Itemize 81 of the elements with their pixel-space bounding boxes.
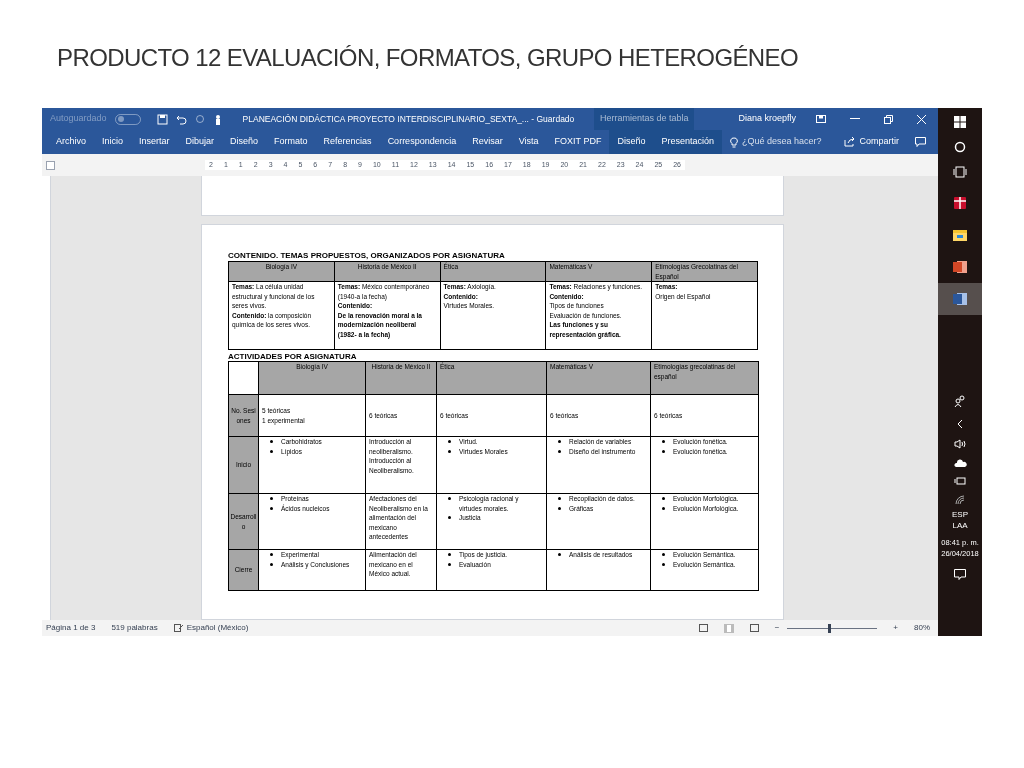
folder-icon[interactable] xyxy=(953,229,967,241)
gift-icon[interactable] xyxy=(953,196,967,210)
bullet-icon xyxy=(448,449,451,453)
keyboard-layout[interactable]: LAA xyxy=(952,520,968,531)
share-icon[interactable] xyxy=(844,137,856,147)
comment-icon[interactable] xyxy=(915,137,926,147)
tell-me-field[interactable]: ¿Qué desea hacer? xyxy=(741,135,832,149)
bullet-icon xyxy=(270,506,273,510)
presentation-app-icon[interactable] xyxy=(953,260,967,274)
ribbon-tab[interactable]: Referencias xyxy=(315,130,380,154)
ribbon-tab[interactable]: Inicio xyxy=(94,130,132,154)
bullet-icon xyxy=(448,553,451,556)
ribbon-tab[interactable]: Dibujar xyxy=(177,130,223,154)
speaker-icon[interactable] xyxy=(953,439,967,449)
lightbulb-icon xyxy=(729,136,738,148)
bullet-icon xyxy=(448,516,451,519)
ribbon-tab[interactable]: Correspondencia xyxy=(379,130,465,154)
bullet-icon xyxy=(662,506,665,510)
cloud-icon[interactable] xyxy=(953,459,967,467)
bullet-icon xyxy=(662,562,665,566)
bullet-icon xyxy=(270,553,273,556)
ribbon-tab[interactable]: Vista xyxy=(510,130,547,154)
ribbon-tab[interactable]: Archivo xyxy=(48,130,94,154)
zoom-out-button[interactable]: − xyxy=(774,622,780,634)
undo-icon[interactable] xyxy=(175,113,187,125)
bullet-icon xyxy=(558,497,561,500)
battery-icon[interactable] xyxy=(954,477,966,485)
ribbon-tab[interactable]: Presentación xyxy=(653,130,722,154)
redo-icon[interactable] xyxy=(194,114,205,124)
proofing-icon[interactable] xyxy=(173,624,183,632)
section-heading: CONTENIDO. TEMAS PROPUESTOS, ORGANIZADOS POR ASIGNATURA xyxy=(228,251,506,261)
bullet-icon xyxy=(448,497,451,500)
slide-title: PRODUCTO 12 EVALUACIÓN, FORMATOS, GRUPO HETEROGÉNEO xyxy=(57,43,799,73)
minimize-icon[interactable] xyxy=(850,118,860,120)
bullet-icon xyxy=(662,553,665,556)
zoom-in-button[interactable]: + xyxy=(893,622,898,634)
window-title: PLANEACIÓN DIDÁCTICA PROYECTO INTERDISCIPLINARIO_SEXTA_... - Guardado xyxy=(242,112,575,126)
wifi-icon[interactable] xyxy=(955,495,965,505)
ribbon-tab[interactable]: Diseño xyxy=(222,130,267,154)
language-label[interactable]: Español (México) xyxy=(186,622,249,634)
autosave-label: Autoguardado xyxy=(50,112,107,126)
section-heading: ACTIVIDADES POR ASIGNATURA xyxy=(228,352,358,361)
tab-selector[interactable] xyxy=(46,160,55,170)
ribbon-tab[interactable]: FOXIT PDF xyxy=(546,130,610,154)
chevron-left-icon[interactable] xyxy=(956,419,964,429)
user-name[interactable]: Diana kroepfly xyxy=(738,112,796,126)
bullet-icon xyxy=(662,449,665,453)
save-icon[interactable] xyxy=(156,113,168,125)
document-app-icon[interactable] xyxy=(953,292,967,306)
maximize-icon[interactable] xyxy=(884,114,893,124)
bullet-icon xyxy=(270,440,273,443)
zoom-level[interactable]: 80% xyxy=(914,622,930,634)
ribbon-tab[interactable]: Insertar xyxy=(131,130,178,154)
bullet-icon xyxy=(448,440,451,443)
bullet-icon xyxy=(558,440,561,443)
ribbon-tab[interactable]: Revisar xyxy=(464,130,511,154)
word-count[interactable]: 519 palabras xyxy=(111,622,158,634)
context-label: Herramientas de tabla xyxy=(600,112,689,126)
read-mode-icon[interactable] xyxy=(698,624,708,632)
ribbon-tab[interactable]: Formato xyxy=(266,130,316,154)
share-link[interactable]: Compartir xyxy=(859,135,899,149)
bullet-icon xyxy=(558,506,561,510)
close-icon[interactable] xyxy=(917,114,926,124)
bullet-icon xyxy=(558,449,561,453)
input-language[interactable]: ESP xyxy=(952,509,968,520)
web-layout-icon[interactable] xyxy=(749,624,759,632)
bullet-icon xyxy=(558,553,561,556)
bullet-icon xyxy=(448,562,451,566)
bullet-icon xyxy=(270,562,273,566)
ribbon-tab[interactable]: Diseño xyxy=(609,130,654,154)
people-icon[interactable] xyxy=(954,395,966,407)
task-view-icon[interactable] xyxy=(953,166,967,178)
bullet-icon xyxy=(662,440,665,443)
page-count[interactable]: Página 1 de 3 xyxy=(46,622,96,634)
notifications-icon[interactable] xyxy=(954,569,966,580)
search-icon[interactable] xyxy=(954,141,966,153)
bullet-icon xyxy=(270,497,273,500)
bullet-icon xyxy=(270,449,273,453)
ribbon-options-icon[interactable] xyxy=(816,115,826,123)
bullet-icon xyxy=(662,497,665,500)
windows-start-icon[interactable] xyxy=(954,116,966,128)
